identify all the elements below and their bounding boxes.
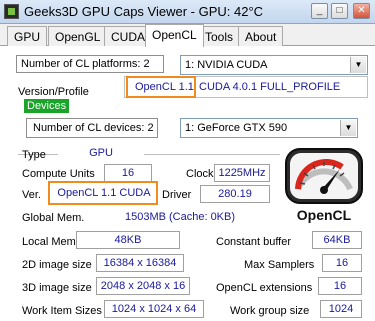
opencl-panel: Number of CL platforms: 2 1: NVIDIA CUDA… bbox=[0, 46, 375, 321]
local-mem-value: 48KB bbox=[76, 231, 180, 249]
chevron-down-icon: ▼ bbox=[340, 120, 356, 136]
work-group-value: 1024 bbox=[320, 300, 362, 318]
max-samplers-label: Max Samplers bbox=[244, 259, 315, 271]
max-samplers-value: 16 bbox=[322, 254, 362, 272]
app-icon bbox=[4, 4, 19, 19]
version-highlight-text: OpenCL 1.1 bbox=[135, 81, 194, 93]
version-field: OpenCL 1.1 CUDA 4.0.1 FULL_PROFILE bbox=[124, 76, 368, 98]
opencl-gauge-icon bbox=[285, 148, 363, 204]
tab-gpu[interactable]: GPU bbox=[7, 26, 48, 46]
tab-tools[interactable]: Tools bbox=[198, 26, 241, 46]
devices-legend: Devices bbox=[24, 99, 70, 113]
type-value: GPU bbox=[58, 144, 144, 162]
tab-opencl[interactable]: OpenCL bbox=[145, 24, 204, 47]
work-group-label: Work group size bbox=[230, 305, 310, 317]
platform-select[interactable]: 1: NVIDIA CUDA ▼ bbox=[180, 55, 368, 75]
platform-select-value: 1: NVIDIA CUDA bbox=[185, 59, 268, 71]
title-bar[interactable]: Geeks3D GPU Caps Viewer - GPU: 42°C _ □ … bbox=[0, 0, 375, 24]
tab-bar: GPU OpenGL CUDA OpenCL Tools About bbox=[0, 24, 375, 47]
platform-count: Number of CL platforms: 2 bbox=[16, 55, 164, 73]
global-mem-value: 1503MB (Cache: 0KB) bbox=[88, 208, 272, 226]
maximize-button[interactable]: □ bbox=[331, 3, 348, 19]
close-button[interactable]: ✕ bbox=[353, 3, 370, 19]
img2d-value: 16384 x 16384 bbox=[96, 254, 184, 272]
ext-value: 16 bbox=[318, 277, 362, 295]
work-item-value: 1024 x 1024 x 64 bbox=[104, 300, 204, 318]
ver-value: OpenCL 1.1 CUDA bbox=[52, 184, 156, 202]
opencl-logo: OpenCL bbox=[280, 143, 368, 229]
driver-value: 280.19 bbox=[200, 185, 270, 203]
compute-units-label: Compute Units bbox=[22, 168, 95, 180]
device-select-value: 1: GeForce GTX 590 bbox=[185, 122, 288, 134]
version-rest-text: CUDA 4.0.1 FULL_PROFILE bbox=[199, 81, 341, 93]
opencl-logo-text: OpenCL bbox=[296, 207, 352, 223]
img2d-label: 2D image size bbox=[22, 259, 92, 271]
type-label: Type bbox=[22, 149, 46, 161]
img3d-value: 2048 x 2048 x 16 bbox=[96, 277, 190, 295]
img3d-label: 3D image size bbox=[22, 282, 92, 294]
window-title: Geeks3D GPU Caps Viewer - GPU: 42°C bbox=[24, 4, 264, 19]
ver-label: Ver. bbox=[22, 189, 41, 201]
minimize-button[interactable]: _ bbox=[311, 3, 328, 19]
driver-label: Driver bbox=[162, 189, 192, 201]
version-label: Version/Profile bbox=[18, 86, 89, 98]
const-buffer-label: Constant buffer bbox=[216, 236, 292, 248]
chevron-down-icon: ▼ bbox=[350, 57, 366, 73]
local-mem-label: Local Mem. bbox=[22, 236, 79, 248]
device-select[interactable]: 1: GeForce GTX 590 ▼ bbox=[180, 118, 358, 138]
device-count: Number of CL devices: 2 bbox=[26, 118, 158, 138]
global-mem-label: Global Mem. bbox=[22, 212, 85, 224]
ext-label: OpenCL extensions bbox=[216, 282, 313, 294]
const-buffer-value: 64KB bbox=[312, 231, 362, 249]
work-item-label: Work Item Sizes bbox=[22, 305, 102, 317]
clock-value: 1225MHz bbox=[214, 164, 270, 182]
compute-units-value: 16 bbox=[104, 164, 152, 182]
tab-about[interactable]: About bbox=[238, 26, 284, 46]
clock-label: Clock bbox=[186, 168, 214, 180]
tab-opengl[interactable]: OpenGL bbox=[48, 26, 108, 46]
